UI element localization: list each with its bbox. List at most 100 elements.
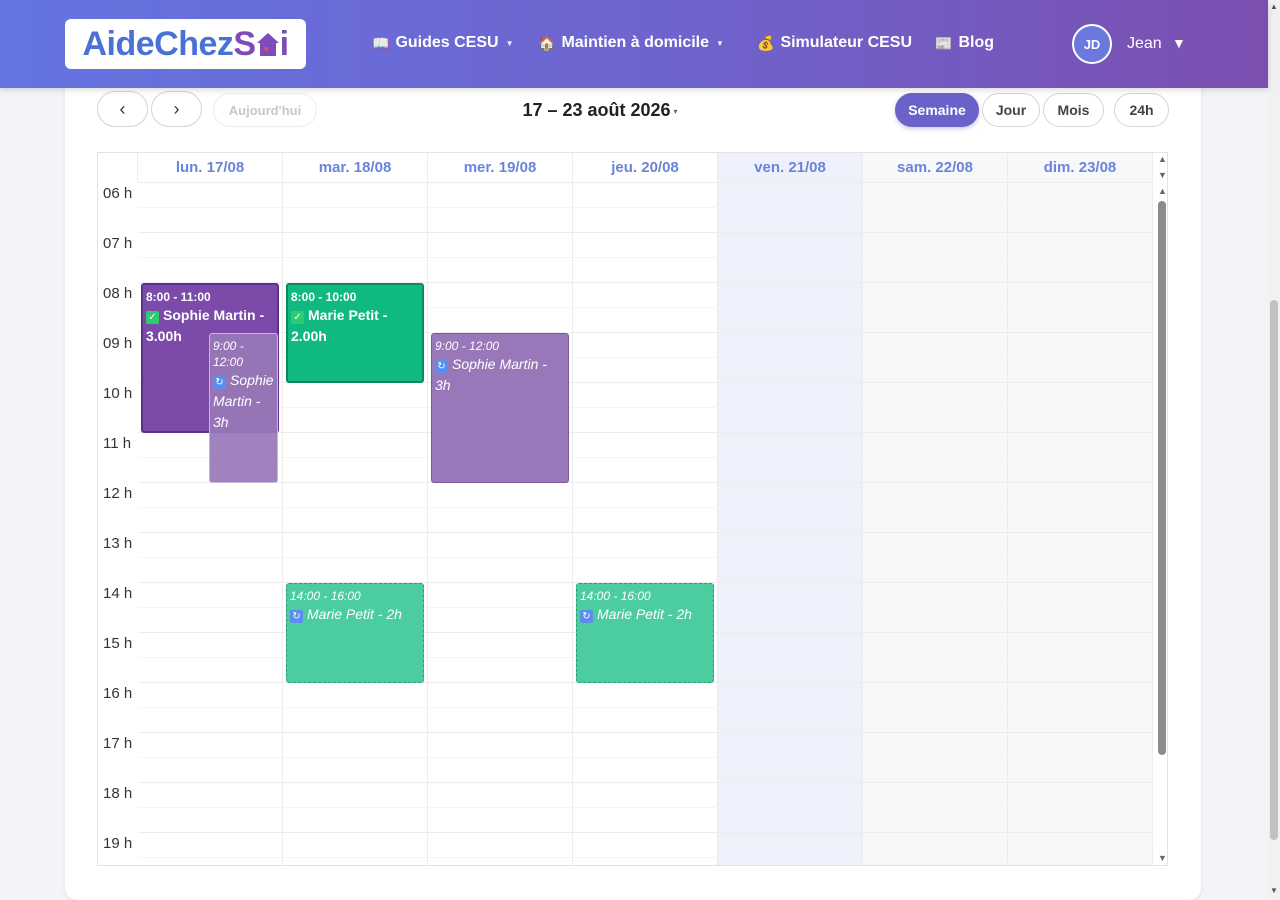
calendar-event[interactable]: 9:00 - 12:00 ↻ Sophie Martin - 3h bbox=[431, 333, 569, 483]
hour-gridline bbox=[138, 832, 1153, 833]
week-calendar-grid[interactable]: 06 h 07 h 08 h 09 h 10 h 11 h 12 h 13 h 14 h 15 h… bbox=[97, 152, 1168, 866]
view-day-button[interactable]: Jour bbox=[982, 93, 1040, 127]
half-hour-gridline bbox=[138, 807, 1153, 808]
nav-guides-cesu[interactable]: 📖 Guides CESU ▼ bbox=[372, 34, 514, 52]
book-icon: 📖 bbox=[372, 34, 390, 51]
hour-label: 08 h bbox=[103, 285, 133, 302]
weekend-column-bg bbox=[1008, 153, 1153, 865]
checkmark-icon: ✓ bbox=[291, 311, 304, 324]
day-header[interactable]: jeu. 20/08 bbox=[573, 153, 718, 182]
day-column-divider bbox=[717, 153, 718, 865]
calendar-scrollbar[interactable]: ▲ ▼ ▲ ▼ bbox=[1156, 153, 1167, 865]
event-time: 8:00 - 11:00 bbox=[146, 290, 211, 304]
hour-label: 18 h bbox=[103, 785, 133, 802]
avatar[interactable]: JD bbox=[1072, 24, 1112, 64]
day-column-divider bbox=[572, 153, 573, 865]
calendar-event[interactable]: 14:00 - 16:00 ↻ Marie Petit - 2h bbox=[286, 583, 424, 683]
scroll-up-arrow-icon[interactable]: ▲ bbox=[1158, 155, 1167, 164]
nav-simulateur-cesu[interactable]: 💰 Simulateur CESU bbox=[757, 34, 912, 52]
checkmark-icon: ✓ bbox=[146, 311, 159, 324]
house-heart-icon: ♥ bbox=[256, 31, 279, 57]
nav-maintien-domicile[interactable]: 🏠 Maintien à domicile ▼ bbox=[538, 34, 724, 52]
recurring-icon: ↻ bbox=[290, 610, 303, 623]
day-header[interactable]: lun. 17/08 bbox=[138, 153, 283, 182]
hour-label: 19 h bbox=[103, 835, 133, 852]
chevron-down-icon: ▼ bbox=[505, 38, 514, 48]
date-range-label: 17 – 23 août 2026 bbox=[522, 100, 671, 120]
nav-label: Simulateur CESU bbox=[780, 34, 913, 51]
hour-gridline bbox=[138, 232, 1153, 233]
calendar-event[interactable]: 14:00 - 16:00 ↻ Marie Petit - 2h bbox=[576, 583, 714, 683]
hour-gridline bbox=[138, 482, 1153, 483]
view-month-button[interactable]: Mois bbox=[1043, 93, 1104, 127]
user-menu-caret-icon[interactable]: ▼ bbox=[1172, 35, 1186, 51]
next-week-button[interactable]: › bbox=[151, 91, 202, 127]
hour-label: 06 h bbox=[103, 185, 133, 202]
half-hour-gridline bbox=[138, 707, 1153, 708]
today-button[interactable]: Aujourd'hui bbox=[213, 93, 317, 127]
event-time: 9:00 - 12:00 bbox=[435, 339, 500, 353]
day-column-divider bbox=[862, 153, 863, 865]
day-header[interactable]: ven. 21/08 bbox=[718, 153, 863, 182]
scroll-down-arrow-icon[interactable]: ▼ bbox=[1270, 886, 1278, 895]
money-bag-icon: 💰 bbox=[757, 34, 775, 51]
logo-text-part2: S bbox=[233, 24, 256, 63]
half-hour-gridline bbox=[138, 207, 1153, 208]
calendar-scrollbar-thumb[interactable] bbox=[1158, 201, 1166, 755]
logo-text-part3: i bbox=[279, 24, 289, 63]
half-hour-gridline bbox=[138, 257, 1153, 258]
scroll-up-arrow-icon[interactable]: ▲ bbox=[1158, 187, 1167, 196]
day-header[interactable]: mer. 19/08 bbox=[428, 153, 573, 182]
view-24h-button[interactable]: 24h bbox=[1114, 93, 1169, 127]
hour-gridline bbox=[138, 182, 1153, 183]
event-title: Marie Petit - 2h bbox=[597, 606, 692, 622]
hour-gridline bbox=[138, 432, 1153, 433]
day-column-divider bbox=[282, 153, 283, 865]
chevron-down-icon: ▼ bbox=[716, 38, 724, 48]
chevron-down-icon: ▾ bbox=[673, 106, 678, 116]
top-navbar: AideChez S ♥ i 📖 Guides CESU ▼ 🏠 Maintien à… bbox=[0, 0, 1268, 88]
hour-label: 13 h bbox=[103, 535, 133, 552]
highlighted-day-column-bg bbox=[718, 153, 863, 865]
day-header[interactable]: sam. 22/08 bbox=[863, 153, 1008, 182]
site-logo[interactable]: AideChez S ♥ i bbox=[65, 19, 306, 69]
calendar-event[interactable]: 8:00 - 10:00 ✓ Marie Petit - 2.00h bbox=[286, 283, 424, 383]
hour-label: 10 h bbox=[103, 385, 133, 402]
hour-gridline bbox=[138, 732, 1153, 733]
chevron-left-icon: ‹ bbox=[119, 98, 126, 119]
half-hour-gridline bbox=[138, 557, 1153, 558]
day-column-divider bbox=[427, 153, 428, 865]
event-time: 14:00 - 16:00 bbox=[290, 589, 361, 603]
scroll-down-arrow-icon[interactable]: ▼ bbox=[1158, 171, 1167, 180]
recurring-icon: ↻ bbox=[213, 376, 226, 389]
hour-gridline bbox=[138, 532, 1153, 533]
user-name[interactable]: Jean bbox=[1127, 35, 1162, 53]
nav-blog[interactable]: 📰 Blog bbox=[935, 34, 994, 52]
day-column-divider bbox=[1152, 153, 1153, 865]
weekend-column-bg bbox=[863, 153, 1008, 865]
page-scrollbar-thumb[interactable] bbox=[1270, 300, 1278, 840]
time-gutter-header bbox=[98, 153, 138, 182]
date-range-title[interactable]: 17 – 23 août 2026 ▾ bbox=[480, 100, 720, 121]
half-hour-gridline bbox=[138, 507, 1153, 508]
day-column-divider bbox=[1007, 153, 1008, 865]
event-time: 14:00 - 16:00 bbox=[580, 589, 651, 603]
recurring-icon: ↻ bbox=[435, 360, 448, 373]
page-scrollbar[interactable]: ▲ ▼ bbox=[1268, 0, 1280, 900]
half-hour-gridline bbox=[138, 857, 1153, 858]
scroll-down-arrow-icon[interactable]: ▼ bbox=[1158, 854, 1167, 863]
home-icon: 🏠 bbox=[538, 34, 556, 51]
prev-week-button[interactable]: ‹ bbox=[97, 91, 148, 127]
event-title: Sophie Martin - 3h bbox=[435, 356, 547, 393]
newspaper-icon: 📰 bbox=[935, 34, 953, 51]
half-hour-gridline bbox=[138, 757, 1153, 758]
view-week-button[interactable]: Semaine bbox=[895, 93, 979, 127]
hour-label: 16 h bbox=[103, 685, 133, 702]
scroll-up-arrow-icon[interactable]: ▲ bbox=[1270, 2, 1278, 11]
half-hour-gridline bbox=[138, 457, 1153, 458]
half-hour-gridline bbox=[138, 407, 1153, 408]
hour-label: 07 h bbox=[103, 235, 133, 252]
calendar-event[interactable]: 9:00 - 12:00 ↻ Sophie Martin - 3h bbox=[209, 333, 278, 483]
day-header[interactable]: dim. 23/08 bbox=[1008, 153, 1153, 182]
day-header[interactable]: mar. 18/08 bbox=[283, 153, 428, 182]
